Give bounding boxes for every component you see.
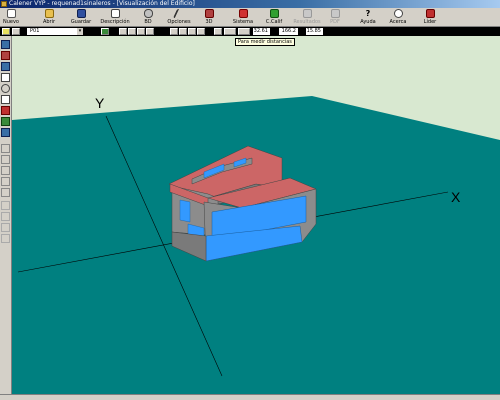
open-button[interactable]: Abrir	[36, 8, 62, 26]
main-toolbar: Nuevo Abrir Guardar Descripción BD Opcio…	[0, 8, 500, 27]
calc-rating-icon	[269, 9, 279, 18]
edit-tool-icon[interactable]	[1, 166, 10, 175]
3d-viewport[interactable]: Y X	[12, 36, 500, 394]
database-icon	[143, 9, 153, 18]
help-icon: ?	[365, 9, 371, 18]
left-toolbar	[0, 36, 12, 394]
about-button[interactable]: Acerca	[387, 8, 409, 26]
zoom-all-icon[interactable]	[146, 28, 154, 35]
results-button[interactable]: Resultados	[292, 8, 322, 26]
roof-icon[interactable]	[1, 106, 10, 115]
results-icon	[302, 9, 312, 18]
layer-select[interactable]: P01 ▾	[27, 28, 83, 35]
measure-distance-icon[interactable]	[224, 28, 236, 35]
grid-icon[interactable]	[1, 62, 10, 71]
pdf-icon	[330, 9, 340, 18]
redo-icon[interactable]	[1, 223, 10, 232]
zoom-window-icon[interactable]	[137, 28, 145, 35]
about-icon	[393, 9, 403, 18]
view-side-icon[interactable]	[179, 28, 187, 35]
plan-icon[interactable]	[1, 40, 10, 49]
window-tool-icon[interactable]	[1, 128, 10, 137]
person-icon[interactable]	[1, 201, 10, 210]
3d-icon	[204, 9, 214, 18]
app-icon	[1, 1, 7, 7]
circle-icon[interactable]	[1, 84, 10, 93]
select-icon[interactable]	[214, 28, 222, 35]
coord-z-field[interactable]: 15.85	[306, 28, 323, 35]
viewport-canvas[interactable]: Y X	[12, 36, 500, 394]
system-icon	[238, 9, 248, 18]
view-top-icon[interactable]	[188, 28, 196, 35]
polyline-tool-icon[interactable]	[1, 155, 10, 164]
options-button[interactable]: Opciones	[165, 8, 193, 26]
view-front-icon[interactable]	[170, 28, 178, 35]
lider-icon	[425, 9, 435, 18]
lider-button[interactable]: Líder	[420, 8, 440, 26]
open-folder-icon	[44, 9, 54, 18]
view-iso-icon[interactable]	[197, 28, 205, 35]
help-button[interactable]: ? Ayuda	[358, 8, 378, 26]
description-icon	[110, 9, 120, 18]
copy-tool-icon[interactable]	[1, 177, 10, 186]
save-button[interactable]: Guardar	[67, 8, 95, 26]
x-axis-label: X	[451, 189, 461, 205]
rotate-tool-icon[interactable]	[12, 28, 20, 35]
shade-icon[interactable]	[1, 117, 10, 126]
new-button[interactable]: Nuevo	[0, 8, 22, 26]
measure-tooltip: Para medir distancias	[235, 38, 295, 46]
coord-x-field[interactable]: 32.61	[253, 28, 270, 35]
options-icon	[172, 9, 186, 18]
floor-icon[interactable]	[1, 95, 10, 104]
zoom-out-icon[interactable]	[128, 28, 136, 35]
pdf-button[interactable]: PDF	[327, 8, 343, 26]
status-bar	[0, 394, 500, 400]
tree-icon[interactable]	[101, 28, 109, 35]
coord-y-field[interactable]: 166.2	[279, 28, 298, 35]
new-file-icon	[6, 9, 16, 18]
space-icon[interactable]	[1, 51, 10, 60]
ccalif-button[interactable]: C.Calif	[263, 8, 285, 26]
left-window	[179, 199, 191, 223]
pointer-tool-icon[interactable]	[2, 28, 10, 35]
refresh-icon[interactable]	[1, 234, 10, 243]
window-title: Calener VYP - requenad1sinaleros - [Visu…	[9, 0, 195, 7]
wall-icon[interactable]	[1, 73, 10, 82]
save-icon	[76, 9, 86, 18]
zoom-in-icon[interactable]	[119, 28, 127, 35]
line-tool-icon[interactable]	[1, 144, 10, 153]
3d-button[interactable]: 3D	[201, 8, 217, 26]
measure-icon[interactable]	[238, 28, 250, 35]
bd-button[interactable]: BD	[140, 8, 156, 26]
title-bar: Calener VYP - requenad1sinaleros - [Visu…	[0, 0, 500, 8]
undo-icon[interactable]	[1, 212, 10, 221]
delete-tool-icon[interactable]	[1, 188, 10, 197]
description-button[interactable]: Descripción	[98, 8, 132, 26]
chevron-down-icon: ▾	[77, 28, 83, 35]
layer-select-value: P01	[30, 28, 40, 34]
system-button[interactable]: Sistema	[231, 8, 255, 26]
y-axis-label: Y	[95, 95, 105, 111]
